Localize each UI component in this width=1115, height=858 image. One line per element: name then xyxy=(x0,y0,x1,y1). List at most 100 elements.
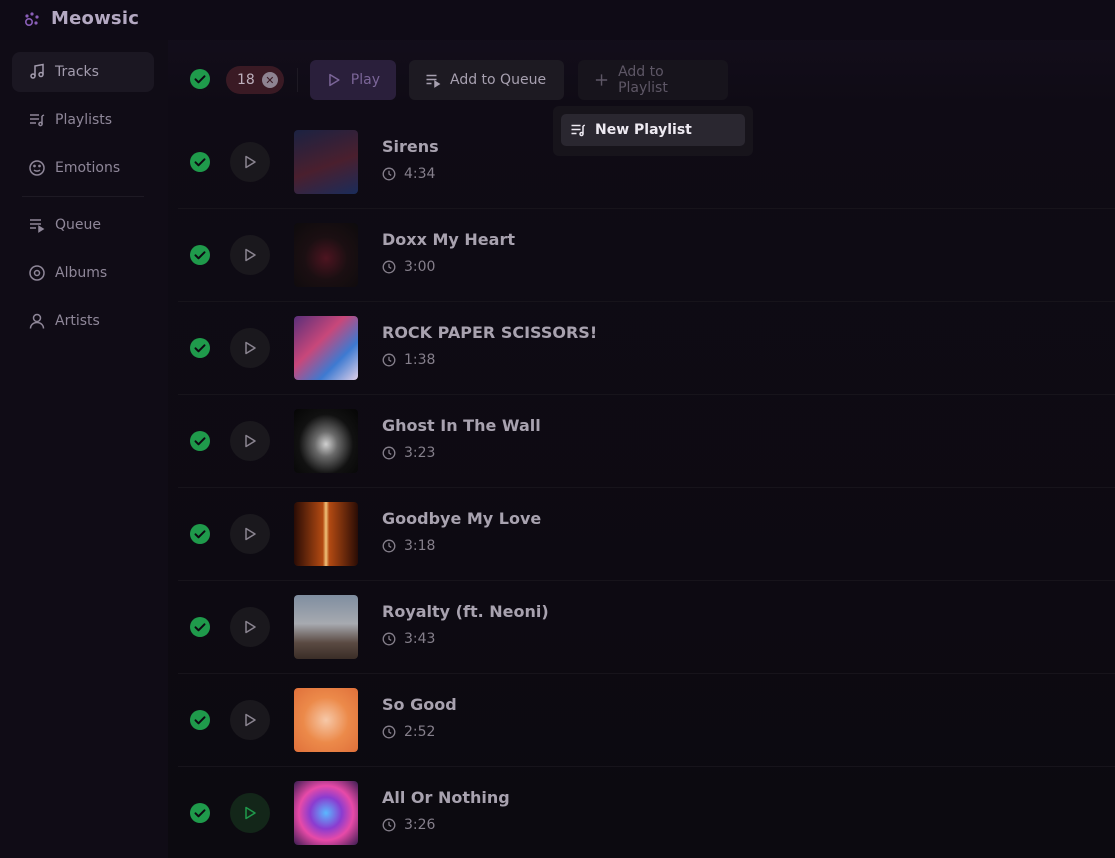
album-cover xyxy=(294,130,358,194)
track-duration: 1:38 xyxy=(404,352,436,368)
play-icon xyxy=(245,341,256,355)
clock-icon xyxy=(382,446,396,460)
add-to-queue-label: Add to Queue xyxy=(450,72,547,88)
paw-logo-icon xyxy=(24,11,39,26)
clock-icon xyxy=(382,539,396,553)
clock-icon xyxy=(382,632,396,646)
brand: Meowsic xyxy=(23,8,139,29)
clock-icon xyxy=(382,353,396,367)
selection-count: 18 xyxy=(237,72,255,88)
track-title: ROCK PAPER SCISSORS! xyxy=(382,323,598,342)
track-row[interactable]: ROCK PAPER SCISSORS! 1:38 xyxy=(178,302,1115,395)
smiley-icon xyxy=(29,160,45,176)
queue-icon xyxy=(426,74,441,88)
sidebar-item-label: Emotions xyxy=(55,160,121,176)
track-duration: 3:23 xyxy=(404,445,436,461)
select-all-checkbox[interactable] xyxy=(190,69,210,89)
track-play-button[interactable] xyxy=(230,328,270,368)
play-icon xyxy=(245,713,256,727)
track-duration: 3:43 xyxy=(404,631,436,647)
track-row[interactable]: Doxx My Heart 3:00 xyxy=(178,209,1115,302)
track-play-button[interactable] xyxy=(230,793,270,833)
app-window: Meowsic Tracks Playlists Emotions Queue … xyxy=(0,0,1115,858)
track-duration: 3:18 xyxy=(404,538,436,554)
track-play-button[interactable] xyxy=(230,421,270,461)
clear-selection-icon[interactable]: ✕ xyxy=(261,72,278,88)
play-icon xyxy=(329,73,340,87)
clock-icon xyxy=(382,725,396,739)
track-select-checkbox[interactable] xyxy=(190,431,210,451)
track-title: Ghost In The Wall xyxy=(382,416,541,435)
album-cover xyxy=(294,688,358,752)
sidebar-item-label: Playlists xyxy=(55,112,113,128)
track-row[interactable]: Sirens 4:34 xyxy=(178,116,1115,209)
track-play-button[interactable] xyxy=(230,142,270,182)
track-duration: 2:52 xyxy=(404,724,436,740)
play-icon xyxy=(245,806,256,820)
album-cover xyxy=(294,316,358,380)
track-row[interactable]: Goodbye My Love 3:18 xyxy=(178,488,1115,581)
track-row[interactable]: So Good 2:52 xyxy=(178,674,1115,767)
sidebar-item-label: Queue xyxy=(55,217,101,233)
add-to-playlist-label: Add to Playlist xyxy=(618,64,668,96)
play-icon xyxy=(245,155,256,169)
clock-icon xyxy=(382,260,396,274)
track-select-checkbox[interactable] xyxy=(190,152,210,172)
album-cover xyxy=(294,223,358,287)
track-row[interactable]: Royalty (ft. Neoni) 3:43 xyxy=(178,581,1115,674)
sidebar-item-label: Artists xyxy=(55,313,100,329)
track-row[interactable]: Ghost In The Wall 3:23 xyxy=(178,395,1115,488)
track-title: All Or Nothing xyxy=(382,788,510,807)
toolbar-divider xyxy=(297,68,298,92)
title-bar: Meowsic xyxy=(0,0,1115,40)
sidebar: Tracks Playlists Emotions Queue Albums A… xyxy=(0,40,168,858)
sidebar-item-playlists[interactable]: Playlists xyxy=(12,100,154,140)
clock-icon xyxy=(382,167,396,181)
sidebar-divider xyxy=(22,196,144,197)
track-title: Sirens xyxy=(382,137,439,156)
album-cover xyxy=(294,502,358,566)
track-select-checkbox[interactable] xyxy=(190,617,210,637)
track-title: Royalty (ft. Neoni) xyxy=(382,602,549,621)
sidebar-item-emotions[interactable]: Emotions xyxy=(12,148,154,188)
add-to-queue-button[interactable]: Add to Queue xyxy=(409,60,564,100)
track-select-checkbox[interactable] xyxy=(190,338,210,358)
playlist-icon xyxy=(30,114,45,127)
track-duration: 4:34 xyxy=(404,166,436,182)
track-title: So Good xyxy=(382,695,457,714)
track-select-checkbox[interactable] xyxy=(190,803,210,823)
album-cover xyxy=(294,409,358,473)
play-icon xyxy=(245,434,256,448)
album-cover xyxy=(294,781,358,845)
track-row[interactable]: All Or Nothing 3:26 xyxy=(178,767,1115,858)
queue-icon xyxy=(30,219,45,233)
music-note-icon xyxy=(30,63,44,79)
sidebar-item-albums[interactable]: Albums xyxy=(12,253,154,293)
track-duration: 3:26 xyxy=(404,817,436,833)
track-play-button[interactable] xyxy=(230,607,270,647)
sidebar-item-queue[interactable]: Queue xyxy=(12,205,154,245)
play-icon xyxy=(245,527,256,541)
user-icon xyxy=(29,313,45,329)
track-title: Goodbye My Love xyxy=(382,509,542,528)
app-name: Meowsic xyxy=(51,8,140,29)
disc-icon xyxy=(29,265,45,281)
album-cover xyxy=(294,595,358,659)
track-play-button[interactable] xyxy=(230,700,270,740)
play-selected-button[interactable]: Play xyxy=(310,60,396,100)
track-play-button[interactable] xyxy=(230,235,270,275)
play-icon xyxy=(245,620,256,634)
sidebar-item-tracks[interactable]: Tracks xyxy=(12,52,154,92)
sidebar-item-artists[interactable]: Artists xyxy=(12,301,154,341)
track-select-checkbox[interactable] xyxy=(190,710,210,730)
track-play-button[interactable] xyxy=(230,514,270,554)
track-select-checkbox[interactable] xyxy=(190,524,210,544)
play-label: Play xyxy=(350,72,380,88)
play-icon xyxy=(245,248,256,262)
track-select-checkbox[interactable] xyxy=(190,245,210,265)
selection-count-badge: 18 ✕ xyxy=(226,66,284,94)
sidebar-item-label: Tracks xyxy=(55,64,99,80)
sidebar-item-label: Albums xyxy=(55,265,108,281)
track-title: Doxx My Heart xyxy=(382,230,515,249)
add-to-playlist-button[interactable]: Add to Playlist xyxy=(578,60,728,100)
